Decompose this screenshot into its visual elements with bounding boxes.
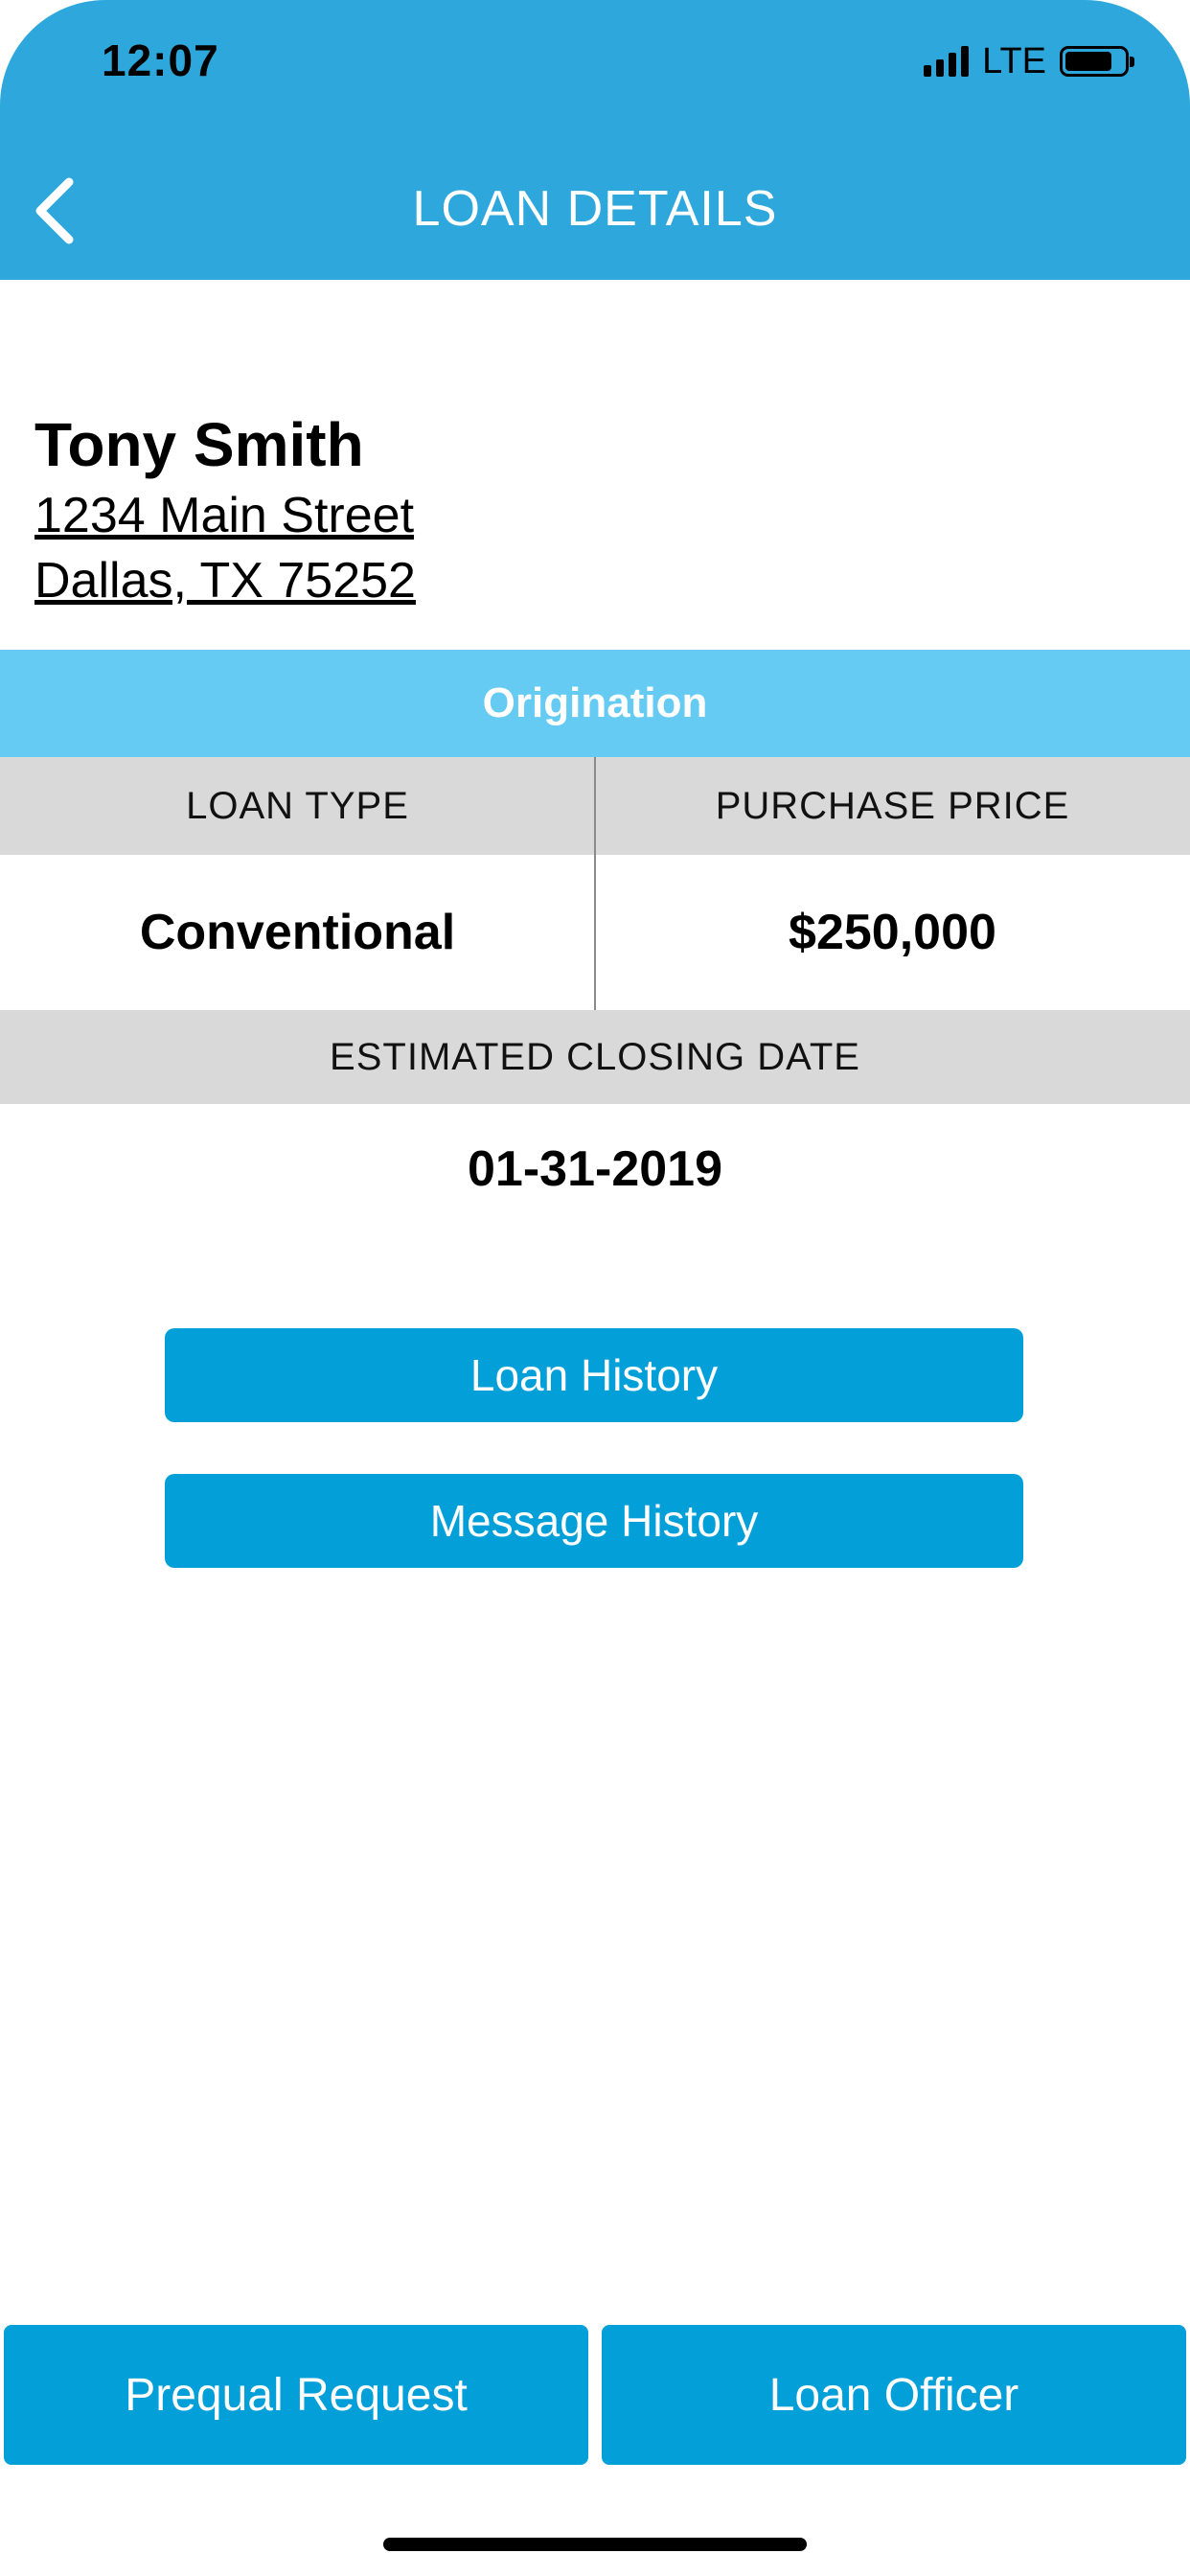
battery-icon	[1060, 46, 1134, 77]
address-line-2[interactable]: Dallas, TX 75252	[34, 548, 416, 613]
loan-type-value: Conventional	[139, 905, 456, 960]
network-type: LTE	[982, 40, 1046, 81]
status-indicators: LTE	[924, 40, 1134, 81]
column-divider	[594, 757, 596, 1010]
loan-history-button[interactable]: Loan History	[165, 1328, 1023, 1422]
section-title: Origination	[0, 650, 1190, 757]
signal-strength-icon	[924, 46, 970, 77]
borrower-info: Tony Smith 1234 Main Street Dallas, TX 7…	[34, 406, 416, 613]
battery-fill	[1065, 52, 1111, 71]
borrower-name: Tony Smith	[34, 410, 364, 479]
closing-date-value: 01-31-2019	[468, 1141, 722, 1197]
loan-officer-button[interactable]: Loan Officer	[602, 2325, 1186, 2465]
message-history-button[interactable]: Message History	[165, 1474, 1023, 1568]
status-time: 12:07	[102, 35, 219, 85]
purchase-price-label: PURCHASE PRICE	[715, 784, 1070, 827]
closing-date-label: ESTIMATED CLOSING DATE	[0, 1010, 1190, 1104]
prequal-request-button[interactable]: Prequal Request	[4, 2325, 588, 2465]
loan-type-label: LOAN TYPE	[186, 784, 409, 827]
nav-header: 12:07 LTE LOAN DETAILS	[0, 0, 1190, 280]
phone-screen: 12:07 LTE LOAN DETAILS Tony Smith 1234 M…	[0, 0, 1190, 2576]
page-title: LOAN DETAILS	[412, 181, 778, 237]
address-line-1[interactable]: 1234 Main Street	[34, 483, 416, 548]
bottom-action-bar: Prequal Request Loan Officer	[4, 2325, 1186, 2465]
purchase-price-value: $250,000	[789, 905, 996, 960]
home-indicator[interactable]	[383, 2538, 807, 2551]
